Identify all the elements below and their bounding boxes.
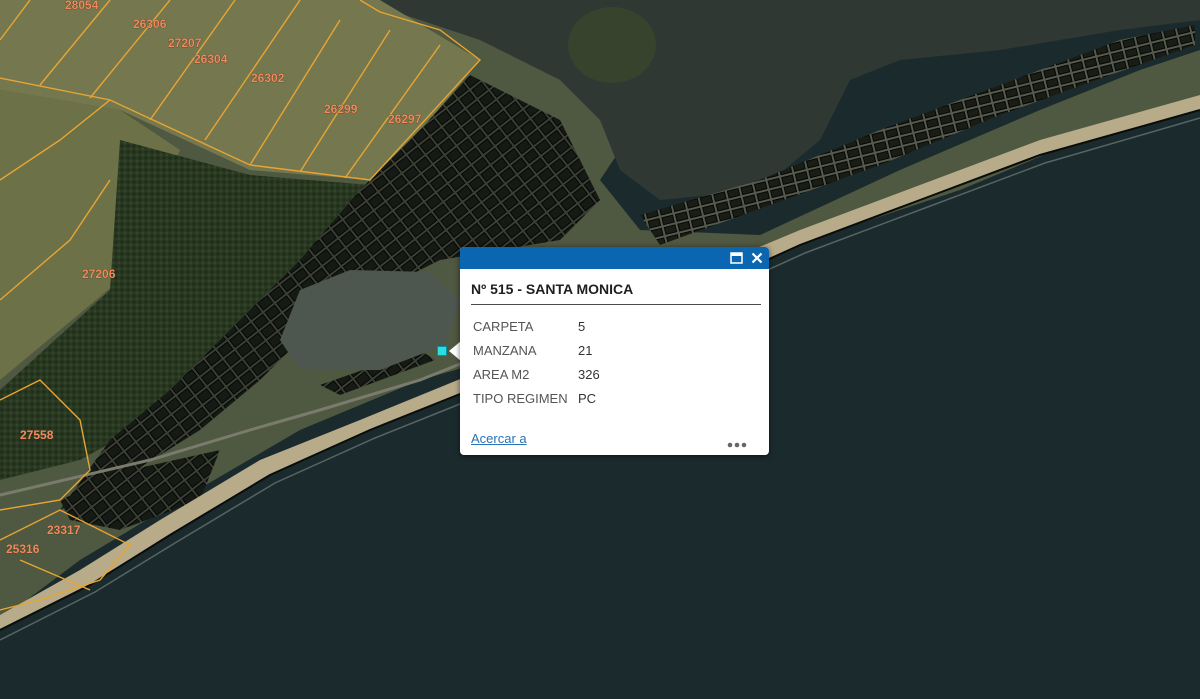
parcel-label: 27206 [82,267,116,281]
popup-footer: Acercar a [471,431,757,449]
close-button[interactable] [748,249,766,267]
feature-popup: Nº 515 - SANTA MONICA CARPETA 5 MANZANA … [460,247,769,455]
attribute-row: AREA M2 326 [471,362,600,386]
attribute-name: MANZANA [473,342,537,358]
attribute-value: 5 [578,318,586,334]
ellipsis-icon [727,442,747,448]
maximize-button[interactable] [727,249,745,267]
attribute-name: AREA M2 [473,366,530,382]
parcel-label: 27207 [168,36,202,50]
attribute-row: MANZANA 21 [471,338,600,362]
attribute-value: 21 [578,342,593,358]
attribute-name: CARPETA [473,318,534,334]
popup-title: Nº 515 - SANTA MONICA [471,281,761,305]
selected-parcel-marker[interactable] [437,346,447,356]
parcel-label: 26302 [251,71,285,85]
parcel-label: 27558 [20,428,54,442]
attribute-name: TIPO REGIMEN [473,390,568,406]
island [568,7,656,83]
attribute-table: CARPETA 5 MANZANA 21 AREA M2 326 TIPO RE… [471,314,600,410]
attribute-value: PC [578,390,597,406]
parcel-label: 23317 [47,523,81,537]
attribute-value: 326 [578,366,600,382]
parcel-label: 25316 [6,542,40,556]
more-options-button[interactable] [727,435,747,448]
parcel-label: 28054 [65,0,99,12]
maximize-icon [729,252,743,264]
parcel-label: 26306 [133,17,167,31]
popup-header [460,247,769,269]
parcel-label: 26299 [324,102,358,116]
zoom-to-link[interactable]: Acercar a [471,431,527,446]
close-icon [751,252,763,264]
attribute-row: CARPETA 5 [471,314,600,338]
parcel-label: 26297 [388,112,422,126]
attribute-row: TIPO REGIMEN PC [471,386,600,410]
parcel-label: 26304 [194,52,228,66]
